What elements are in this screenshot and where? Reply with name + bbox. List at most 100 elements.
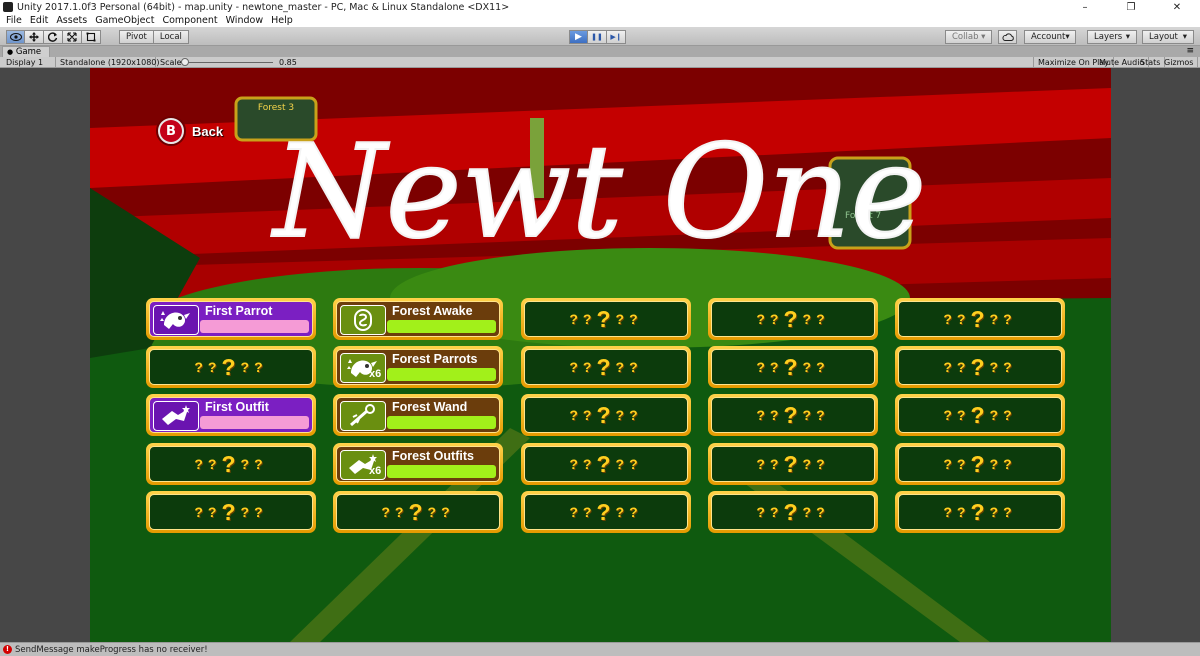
move-tool-icon[interactable] xyxy=(25,30,44,44)
layers-label: Layers xyxy=(1094,32,1123,42)
locked-achievement-card[interactable]: ????? xyxy=(895,298,1065,340)
locked-achievement-card[interactable]: ????? xyxy=(895,443,1065,485)
achievement-card-body: ????? xyxy=(711,397,875,433)
question-mark: ? xyxy=(1003,504,1017,520)
achievement-progress-bar xyxy=(387,320,496,333)
rotate-tool-icon[interactable] xyxy=(44,30,63,44)
achievement-name: First Outfit xyxy=(205,400,269,414)
question-mark: ? xyxy=(207,359,222,375)
question-mark: ? xyxy=(194,359,208,375)
question-mark: ? xyxy=(596,353,616,380)
scale-slider-track[interactable] xyxy=(185,62,273,63)
locked-achievement-card[interactable]: ????? xyxy=(146,443,316,485)
question-marks-icon: ????? xyxy=(899,350,1061,384)
question-marks-icon: ????? xyxy=(525,350,687,384)
game-view: Forest 3 Forest 7 B Back Newt One First … xyxy=(0,68,1200,642)
wand-icon xyxy=(340,401,386,431)
locked-achievement-card[interactable]: ????? xyxy=(146,491,316,533)
achievement-card[interactable]: Forest Wand xyxy=(333,394,503,436)
locked-achievement-card[interactable]: ????? xyxy=(708,443,878,485)
main-toolbar: Pivot Local ▶ ❚❚ ▶❙ Collab ▾ Account ▾ L… xyxy=(0,27,1200,46)
cloud-button[interactable] xyxy=(998,30,1017,44)
menu-component[interactable]: Component xyxy=(158,15,221,26)
locked-achievement-card[interactable]: ????? xyxy=(521,394,691,436)
question-mark: ? xyxy=(569,504,583,520)
locked-achievement-card[interactable]: ????? xyxy=(521,491,691,533)
locked-achievement-card[interactable]: ????? xyxy=(146,346,316,388)
locked-achievement-card[interactable]: ????? xyxy=(521,346,691,388)
locked-achievement-card[interactable]: ????? xyxy=(895,394,1065,436)
tab-game[interactable]: ● Game xyxy=(2,46,51,57)
locked-achievement-card[interactable]: ????? xyxy=(521,443,691,485)
achievement-card[interactable]: First Outfit xyxy=(146,394,316,436)
achievement-card[interactable]: First Parrot xyxy=(146,298,316,340)
parrot-icon xyxy=(153,305,199,335)
pause-button[interactable]: ❚❚ xyxy=(588,30,607,44)
resolution-dropdown[interactable]: Standalone (1920x1080) xyxy=(56,57,160,68)
chevron-down-icon: ▾ xyxy=(1065,32,1070,42)
question-mark: ? xyxy=(582,359,597,375)
menu-gameobject[interactable]: GameObject xyxy=(91,15,158,26)
close-icon[interactable]: ✕ xyxy=(1154,0,1200,14)
question-mark: ? xyxy=(1003,407,1017,423)
question-mark: ? xyxy=(394,504,409,520)
achievement-progress-bar xyxy=(200,320,309,333)
question-mark: ? xyxy=(1003,359,1017,375)
collab-dropdown[interactable]: Collab ▾ xyxy=(945,30,993,44)
account-dropdown[interactable]: Account ▾ xyxy=(1024,30,1076,44)
question-mark: ? xyxy=(943,504,957,520)
layout-dropdown[interactable]: Layout ▾ xyxy=(1142,30,1194,44)
question-mark: ? xyxy=(207,504,222,520)
locked-achievement-card[interactable]: ????? xyxy=(895,491,1065,533)
step-button[interactable]: ▶❙ xyxy=(607,30,626,44)
restore-icon[interactable]: ❐ xyxy=(1108,0,1154,14)
pivot-toggle[interactable]: Pivot xyxy=(119,30,154,44)
menu-window[interactable]: Window xyxy=(222,15,267,26)
question-mark: ? xyxy=(629,407,643,423)
hand-tool-icon[interactable] xyxy=(6,30,25,44)
locked-achievement-card[interactable]: ????? xyxy=(708,298,878,340)
menu-file[interactable]: File xyxy=(2,15,26,26)
scale-tool-icon[interactable] xyxy=(63,30,82,44)
console-status-bar[interactable]: ! SendMessage makeProgress has no receiv… xyxy=(0,642,1200,656)
question-mark: ? xyxy=(816,456,830,472)
locked-achievement-card[interactable]: ????? xyxy=(895,346,1065,388)
locked-achievement-card[interactable]: ????? xyxy=(708,394,878,436)
menu-assets[interactable]: Assets xyxy=(52,15,91,26)
question-mark: ? xyxy=(802,504,817,520)
tab-menu-icon[interactable]: ≡ xyxy=(1186,46,1194,57)
game-scene[interactable]: Forest 3 Forest 7 B Back Newt One First … xyxy=(90,68,1111,642)
scale-slider-handle[interactable] xyxy=(181,58,189,66)
achievement-card[interactable]: Forest Awake xyxy=(333,298,503,340)
locked-achievement-card[interactable]: ????? xyxy=(521,298,691,340)
achievement-card[interactable]: x6 Forest Outfits xyxy=(333,443,503,485)
locked-achievement-card[interactable]: ????? xyxy=(708,346,878,388)
menu-edit[interactable]: Edit xyxy=(26,15,52,26)
locked-achievement-card[interactable]: ????? xyxy=(708,491,878,533)
achievement-card-body: ????? xyxy=(898,446,1062,482)
question-mark: ? xyxy=(441,504,455,520)
locked-achievement-card[interactable]: ????? xyxy=(333,491,503,533)
layers-dropdown[interactable]: Layers ▾ xyxy=(1087,30,1137,44)
question-mark: ? xyxy=(221,450,241,477)
achievement-card[interactable]: x6 Forest Parrots xyxy=(333,346,503,388)
account-label: Account xyxy=(1031,32,1066,42)
question-mark: ? xyxy=(629,359,643,375)
question-marks-icon: ????? xyxy=(712,447,874,481)
question-mark: ? xyxy=(989,456,1004,472)
achievement-card-body: Forest Wand xyxy=(336,397,500,433)
display-dropdown[interactable]: Display 1 xyxy=(2,57,56,68)
achievement-card-body: ????? xyxy=(336,494,500,530)
local-toggle[interactable]: Local xyxy=(153,30,189,44)
question-mark: ? xyxy=(240,456,255,472)
menu-help[interactable]: Help xyxy=(267,15,297,26)
play-button[interactable]: ▶ xyxy=(569,30,588,44)
chevron-down-icon: ▾ xyxy=(1125,32,1130,42)
outfit-icon: x6 xyxy=(340,450,386,480)
local-label: Local xyxy=(159,32,182,42)
back-button[interactable]: B Back xyxy=(156,116,223,146)
collab-label: Collab ▾ xyxy=(952,32,986,42)
minimize-icon[interactable]: – xyxy=(1062,0,1108,14)
gizmos-dropdown[interactable]: Gizmos xyxy=(1160,57,1199,68)
rect-tool-icon[interactable] xyxy=(82,30,101,44)
